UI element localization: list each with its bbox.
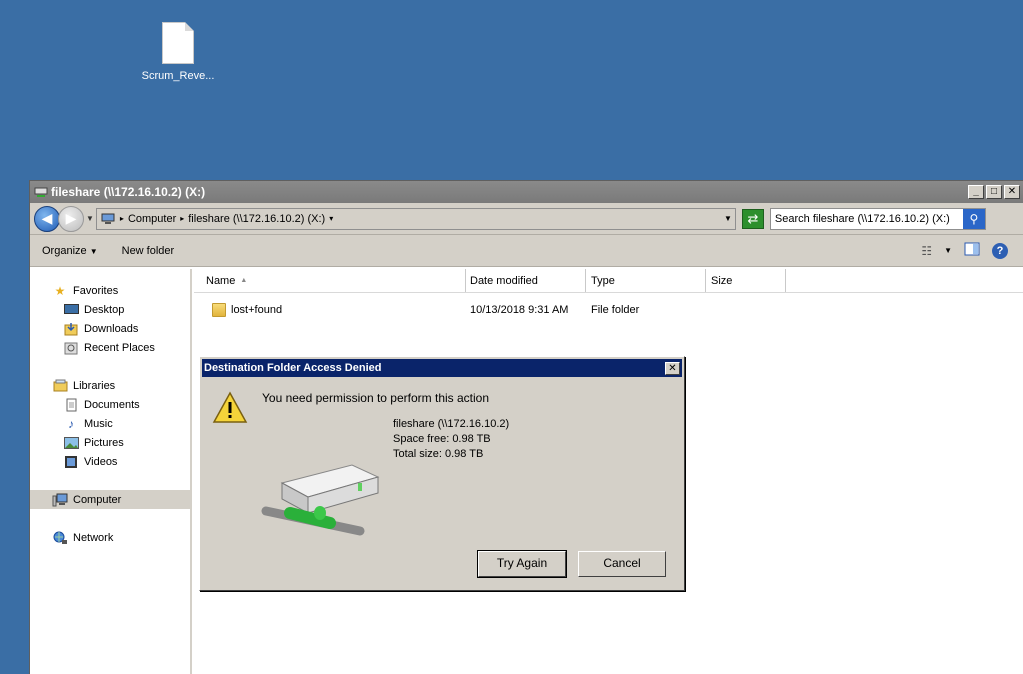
network-drive-icon [260,453,380,539]
address-row: ◀ ▶ ▼ ▸ Computer ▸ fileshare (\\172.16.1… [30,203,1023,235]
computer-icon [100,212,116,226]
space-free: Space free: 0.98 TB [393,433,491,445]
downloads-icon [63,322,79,336]
drive-info: fileshare (\\172.16.10.2) Space free: 0.… [393,417,509,462]
breadcrumb-fileshare[interactable]: fileshare (\\172.16.10.2) (X:) [188,213,325,225]
dialog-title: Destination Folder Access Denied [204,362,382,374]
nav-recent-places[interactable]: Recent Places [30,338,190,357]
document-icon [162,22,194,64]
column-header-type[interactable]: Type [586,269,706,292]
maximize-button[interactable]: □ [986,185,1002,199]
network-drive-icon [34,186,48,198]
dialog-close-button[interactable]: ✕ [665,361,680,375]
videos-icon [63,455,79,469]
file-row[interactable]: lost+found 10/13/2018 9:31 AM File folde… [194,299,1023,321]
libraries-icon [52,379,68,393]
column-header-date[interactable]: Date modified [466,269,586,292]
drive-name: fileshare (\\172.16.10.2) [393,418,510,430]
nav-music[interactable]: ♪ Music [30,414,190,433]
network-icon [52,531,68,545]
nav-downloads[interactable]: Downloads [30,319,190,338]
search-icon[interactable]: ⚲ [962,208,985,229]
column-header-size[interactable]: Size [706,269,786,292]
organize-button[interactable]: Organize ▼ [42,245,98,257]
refresh-button[interactable]: ⇄ [741,208,764,229]
folder-icon [212,303,226,317]
breadcrumb-arrow[interactable]: ▾ [329,214,333,223]
help-icon[interactable]: ? [992,242,1008,259]
nav-documents[interactable]: Documents [30,395,190,414]
file-name: lost+found [231,304,283,316]
desktop-icon [63,303,79,317]
nav-libraries[interactable]: Libraries [30,376,190,395]
search-box[interactable]: Search fileshare (\\172.16.10.2) (X:) ⚲ [769,207,986,230]
access-denied-dialog: Destination Folder Access Denied ✕ You n… [199,356,685,591]
recent-places-icon [63,341,79,355]
file-date: 10/13/2018 9:31 AM [470,304,569,316]
breadcrumb-arrow[interactable]: ▸ [120,214,124,223]
column-header-name[interactable]: Name ▲ [194,269,466,292]
view-options-dropdown[interactable]: ▼ [944,246,952,255]
desktop-file-label: Scrum_Reve... [141,70,215,82]
total-size: Total size: 0.98 TB [393,448,484,460]
close-button[interactable]: ✕ [1004,185,1020,199]
documents-icon [63,398,79,412]
command-bar: Organize ▼ New folder ☷ ▼ ? [30,235,1023,267]
back-button[interactable]: ◀ [34,205,60,232]
change-view-icon[interactable]: ☷ [921,244,932,258]
nav-network[interactable]: Network [30,528,190,547]
search-input[interactable]: Search fileshare (\\172.16.10.2) (X:) [775,213,963,225]
new-folder-button[interactable]: New folder [122,245,175,257]
sort-ascending-icon: ▲ [240,277,248,284]
nav-videos[interactable]: Videos [30,452,190,471]
minimize-button[interactable]: _ [968,185,984,199]
cancel-button[interactable]: Cancel [578,551,666,577]
navigation-pane: ★ Favorites Desktop Downloads Recent Pla… [30,269,192,674]
computer-icon [52,493,68,507]
nav-pictures[interactable]: Pictures [30,433,190,452]
warning-icon [212,391,248,425]
pictures-icon [63,436,79,450]
desktop-file-icon[interactable]: Scrum_Reve... [138,22,218,82]
music-icon: ♪ [68,416,74,431]
nav-computer[interactable]: Computer [30,490,190,509]
try-again-button[interactable]: Try Again [477,550,567,578]
file-type: File folder [591,304,640,316]
star-icon: ★ [54,283,66,298]
forward-button[interactable]: ▶ [58,205,84,232]
address-dropdown-icon[interactable]: ▼ [724,214,732,223]
window-title: fileshare (\\172.16.10.2) (X:) [51,185,206,199]
dialog-titlebar[interactable]: Destination Folder Access Denied ✕ [202,359,682,377]
breadcrumb-arrow[interactable]: ▸ [180,214,184,223]
nav-favorites[interactable]: ★ Favorites [30,281,190,300]
nav-desktop[interactable]: Desktop [30,300,190,319]
preview-pane-icon[interactable] [964,242,980,259]
recent-pages-dropdown[interactable]: ▼ [86,214,94,223]
window-titlebar[interactable]: fileshare (\\172.16.10.2) (X:) _ □ ✕ [30,181,1023,203]
breadcrumb-computer[interactable]: Computer [128,213,176,225]
address-bar[interactable]: ▸ Computer ▸ fileshare (\\172.16.10.2) (… [95,207,736,230]
dialog-message: You need permission to perform this acti… [262,391,490,405]
column-headers: Name ▲ Date modified Type Size [194,269,1023,293]
